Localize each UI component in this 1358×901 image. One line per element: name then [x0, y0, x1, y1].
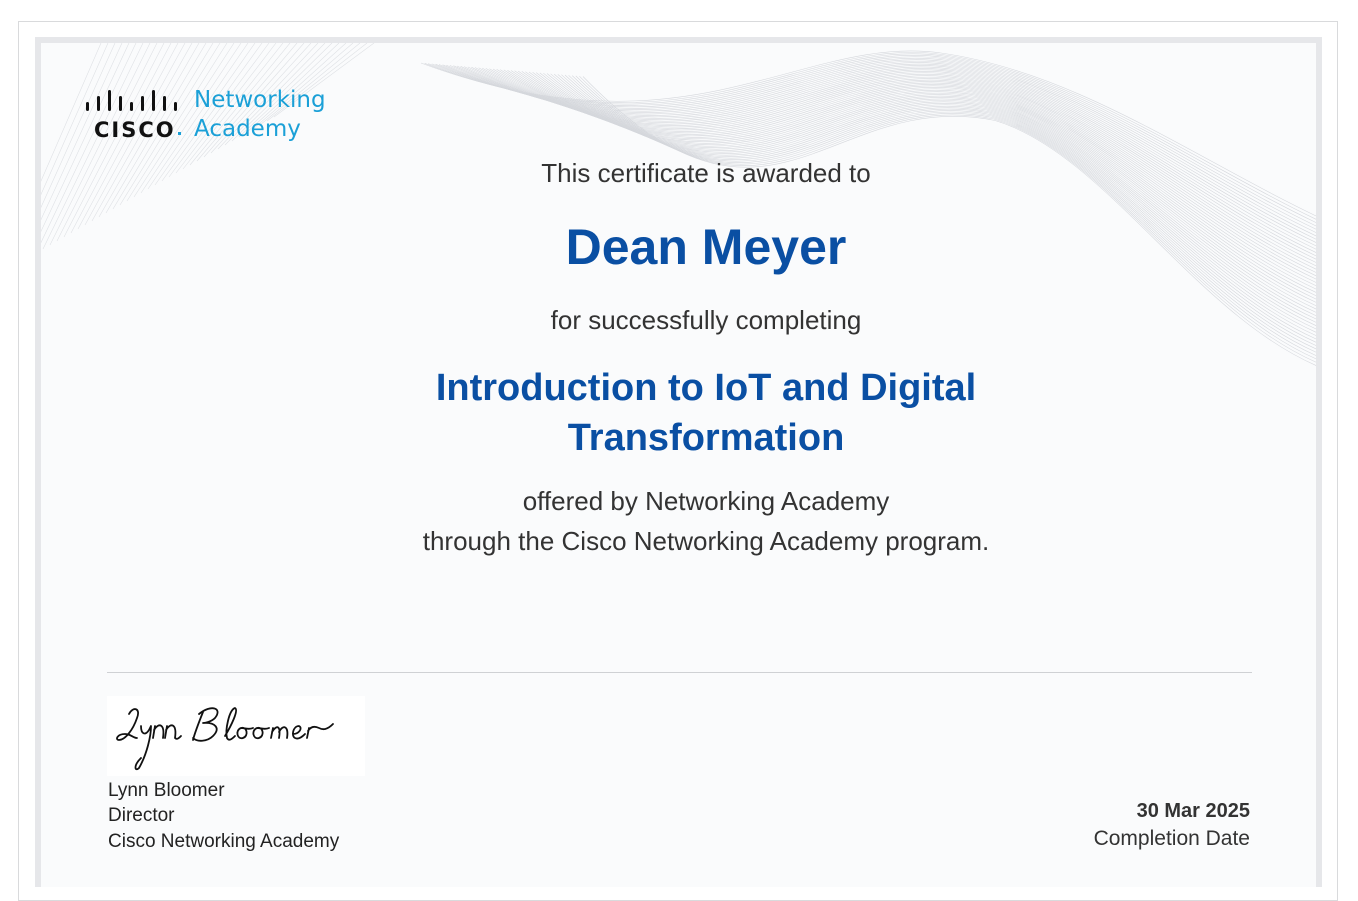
course-title: Introduction to IoT and Digital Transfor… [435, 367, 977, 459]
completion-date-label: Completion Date [1093, 827, 1250, 850]
cisco-bridge-icon [86, 90, 177, 111]
program-text: through the Cisco Networking Academy pro… [422, 526, 990, 556]
signer-title: Director [108, 805, 175, 826]
signature-divider [107, 672, 1252, 673]
signature-image [107, 696, 365, 776]
handwritten-signature [116, 707, 334, 771]
recipient-name: Dean Meyer [565, 219, 847, 275]
signer-name: Lynn Bloomer [108, 780, 225, 801]
completing-text: for successfully completing [550, 305, 862, 335]
cisco-wordmark: CISCO [94, 118, 176, 142]
signer-organization: Cisco Networking Academy [108, 831, 340, 852]
cisco-wordmark-dot [178, 132, 181, 135]
logo-program-line1: Networking [194, 87, 326, 113]
awarded-to-text: This certificate is awarded to [541, 158, 871, 188]
logo-program-line2: Academy [194, 116, 301, 142]
cisco-networking-academy-logo: CISCO Networking Academy [85, 88, 345, 150]
completion-date: 30 Mar 2025 [1136, 800, 1250, 822]
offered-by-text: offered by Networking Academy [522, 486, 890, 516]
